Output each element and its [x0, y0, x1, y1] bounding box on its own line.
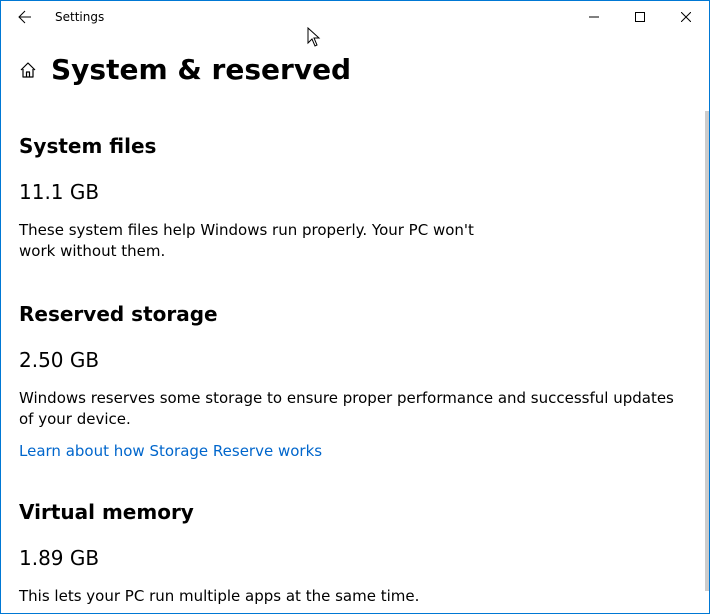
minimize-button[interactable] [571, 1, 617, 33]
system-files-desc: These system files help Windows run prop… [19, 220, 479, 262]
section-virtual-memory: Virtual memory 1.89 GB This lets your PC… [19, 500, 691, 607]
virtual-memory-value: 1.89 GB [19, 546, 691, 570]
window-title: Settings [55, 10, 104, 24]
close-icon [681, 12, 691, 22]
back-arrow-icon [17, 9, 33, 25]
section-title-virtual-memory: Virtual memory [19, 500, 691, 524]
virtual-memory-desc: This lets your PC run multiple apps at t… [19, 586, 691, 607]
section-title-system-files: System files [19, 134, 691, 158]
page-title: System & reserved [51, 53, 351, 86]
section-title-reserved-storage: Reserved storage [19, 302, 691, 326]
maximize-button[interactable] [617, 1, 663, 33]
reserved-storage-value: 2.50 GB [19, 348, 691, 372]
page-header: System & reserved [19, 53, 691, 86]
storage-reserve-link[interactable]: Learn about how Storage Reserve works [19, 442, 322, 460]
minimize-icon [589, 12, 599, 22]
reserved-storage-desc: Windows reserves some storage to ensure … [19, 388, 691, 430]
close-button[interactable] [663, 1, 709, 33]
section-reserved-storage: Reserved storage 2.50 GB Windows reserve… [19, 302, 691, 460]
titlebar: Settings [1, 1, 709, 33]
maximize-icon [635, 12, 645, 22]
scrollbar[interactable] [705, 111, 709, 591]
window-controls [571, 1, 709, 33]
content-area: System & reserved System files 11.1 GB T… [1, 33, 709, 613]
home-icon[interactable] [19, 61, 37, 83]
back-button[interactable] [9, 1, 41, 33]
section-system-files: System files 11.1 GB These system files … [19, 134, 691, 262]
system-files-value: 11.1 GB [19, 180, 691, 204]
